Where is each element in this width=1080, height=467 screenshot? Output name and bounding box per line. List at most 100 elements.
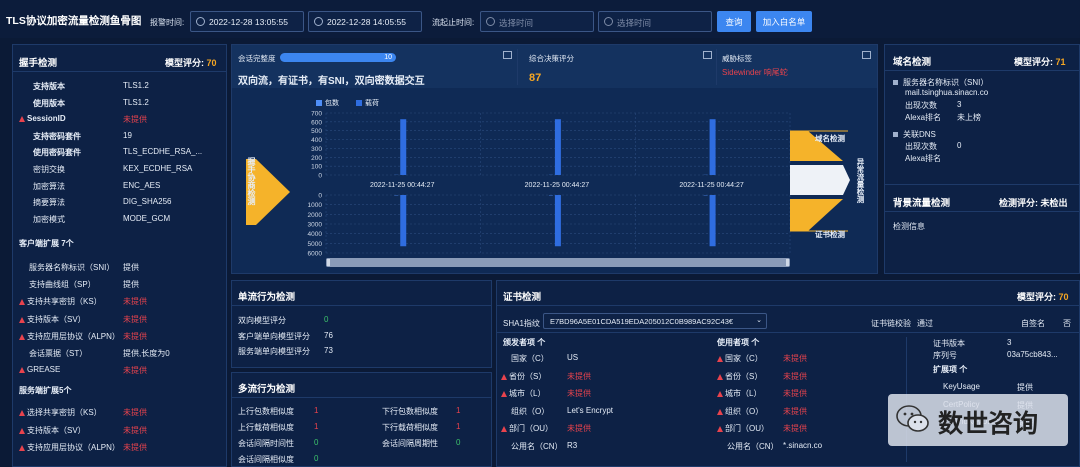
single-flow-title: 单流行为检测 — [238, 292, 296, 303]
serial-value: 03a75cb843... — [1007, 350, 1058, 359]
stream-start-input[interactable]: 选择时间 — [480, 11, 594, 32]
sha1-select[interactable]: E7BD96A5E01CDA519EDA205012C0B989AC92C43€… — [543, 313, 767, 329]
client-ext-key-text: 支持应用层协议（ALPN） — [27, 331, 120, 341]
server-ext-value: 未提供 — [123, 425, 147, 435]
bullet-icon — [893, 132, 898, 137]
score-value: 71 — [1055, 57, 1066, 67]
clock-icon — [196, 17, 205, 26]
traffic-chart: 7006005004003002001000010002000300040005… — [308, 111, 791, 267]
chain-value: 通过 — [917, 319, 933, 328]
warning-icon — [19, 367, 25, 374]
multi-flow-key: 下行包数相似度 — [382, 407, 438, 416]
issuer-key-text: 公用名（CN） — [511, 441, 563, 451]
issuer-key: 组织（O） — [511, 406, 549, 417]
client-ext-key-text: 支持版本（SV） — [27, 314, 86, 324]
handshake-row-key: 支持版本 — [33, 81, 65, 92]
divider — [497, 332, 1079, 333]
alarm-start-value: 2022-12-28 13:05:55 — [209, 17, 288, 27]
handshake-row-value: TLS1.2 — [123, 81, 149, 90]
bar-payload-lower — [400, 195, 407, 247]
y-tick-label: 0 — [318, 193, 322, 200]
alarm-time-label: 报警时间: — [150, 18, 185, 27]
client-ext-key: 支持曲线组（SP） — [29, 279, 96, 290]
single-flow-value: 0 — [324, 315, 329, 324]
completeness-desc: 双向流，有证书，有SNI，双向密数据交互 — [238, 76, 425, 87]
bar-payload-upper — [400, 119, 407, 175]
handshake-row-value: TLS1.2 — [123, 97, 149, 107]
background-score: 检测评分: 未检出 — [999, 196, 1068, 209]
user-value: 未提供 — [783, 389, 807, 398]
x-tick-label: 2022-11-25 00:44:27 — [525, 182, 590, 189]
dns-heading: 关联DNS — [893, 129, 936, 140]
divider — [497, 305, 1079, 306]
sni-title: 服务器名称标识（SNI） — [903, 78, 989, 87]
version-value: 3 — [1007, 338, 1012, 347]
scrollbar-handle-left — [327, 259, 330, 266]
fishbone-panel: 会话完整度 10 双向流，有证书，有SNI，双向密数据交互 综合决策评分 87 … — [231, 44, 878, 274]
completeness-bar: 10 — [280, 53, 396, 62]
completeness-value: 10 — [384, 54, 392, 61]
warning-icon — [501, 373, 507, 380]
bar-payload-lower — [554, 195, 561, 247]
query-button[interactable]: 查询 — [717, 11, 751, 32]
threat-label: 威胁标签 — [722, 54, 752, 63]
ext-key: KeyUsage — [943, 382, 980, 391]
client-ext-title: 客户端扩展 7个 — [19, 239, 74, 248]
user-title: 使用者项 个 — [717, 338, 760, 347]
score-label: 检测评分: — [999, 198, 1038, 208]
threat-value: Sidewinder 响尾蛇 — [722, 68, 788, 77]
server-ext-value: 未提供 — [123, 408, 147, 417]
expand-icon[interactable] — [862, 51, 871, 59]
single-flow-value: 76 — [324, 330, 333, 340]
y-tick-label: 3000 — [308, 222, 323, 229]
divider — [13, 71, 226, 72]
handshake-row-value: TLS_ECDHE_RSA_... — [123, 147, 203, 157]
issuer-value: 未提供 — [567, 389, 591, 398]
fish-bottom-label: 证书检测 — [815, 230, 845, 239]
alarm-start-input[interactable]: 2022-12-28 13:05:55 — [190, 11, 304, 32]
single-flow-key: 客户端单向模型评分 — [238, 331, 310, 341]
issuer-key: 城市（L） — [501, 388, 545, 399]
alarm-end-input[interactable]: 2022-12-28 14:05:55 — [308, 11, 422, 32]
warning-icon — [717, 408, 723, 415]
ext-title: 扩展项 个 — [933, 365, 968, 374]
client-ext-key: 支持应用层协议（ALPN） — [19, 331, 120, 342]
handshake-arrow-label: 握手协商检测 — [247, 157, 256, 205]
decision-label: 综合决策评分 — [529, 54, 574, 63]
user-key: 省份（S） — [717, 371, 762, 382]
y-tick-label: 400 — [311, 137, 322, 144]
issuer-value: Let's Encrypt — [567, 405, 613, 415]
client-ext-value: 提供 — [123, 263, 139, 272]
handshake-row-key-text: 密钥交换 — [33, 165, 65, 174]
user-key: 公用名（CN） — [727, 441, 779, 452]
score-value: 70 — [206, 58, 217, 68]
y-tick-label: 2000 — [308, 212, 323, 219]
user-key-text: 组织（O） — [725, 406, 764, 416]
sni-heading: 服务器名称标识（SNI） — [893, 77, 988, 88]
cert-score: 模型评分: 70 — [1017, 290, 1069, 303]
sni-alexa-label: Alexa排名 — [905, 113, 942, 122]
bullet-icon — [893, 80, 898, 85]
domain-title: 域名检测 — [893, 57, 932, 68]
handshake-row-key: 加密模式 — [33, 214, 65, 225]
handshake-row-key-text: 加密算法 — [33, 181, 65, 191]
score-value: 70 — [1058, 292, 1069, 302]
expand-icon[interactable] — [503, 51, 512, 59]
y-tick-label: 1000 — [308, 202, 323, 209]
client-ext-key-text: 支持曲线组（SP） — [29, 280, 96, 290]
top-bar: TLS协议加密流量检测鱼骨图 报警时间: 2022-12-28 13:05:55… — [0, 0, 1080, 38]
background-title: 背景流量检测 — [893, 198, 951, 209]
client-ext-value: 提供,长度为0 — [123, 349, 170, 358]
multi-flow-value: 1 — [314, 422, 319, 431]
background-panel: 背景流量检测 检测评分: 未检出 检测信息 — [884, 184, 1080, 274]
handshake-title: 握手检测 — [19, 58, 58, 69]
handshake-row-key-text: 加密模式 — [33, 214, 65, 224]
handshake-row-value: MODE_GCM — [123, 213, 171, 223]
issuer-key-text: 省份（S） — [509, 371, 547, 381]
add-whitelist-button[interactable]: 加入白名单 — [756, 11, 812, 32]
domain-panel: 域名检测 模型评分: 71 服务器名称标识（SNI） mail.tsinghua… — [884, 44, 1080, 186]
client-ext-key: 支持版本（SV） — [19, 314, 86, 325]
handshake-row-key: SessionID — [19, 114, 66, 123]
expand-icon[interactable] — [703, 51, 712, 59]
stream-end-input[interactable]: 选择时间 — [598, 11, 712, 32]
